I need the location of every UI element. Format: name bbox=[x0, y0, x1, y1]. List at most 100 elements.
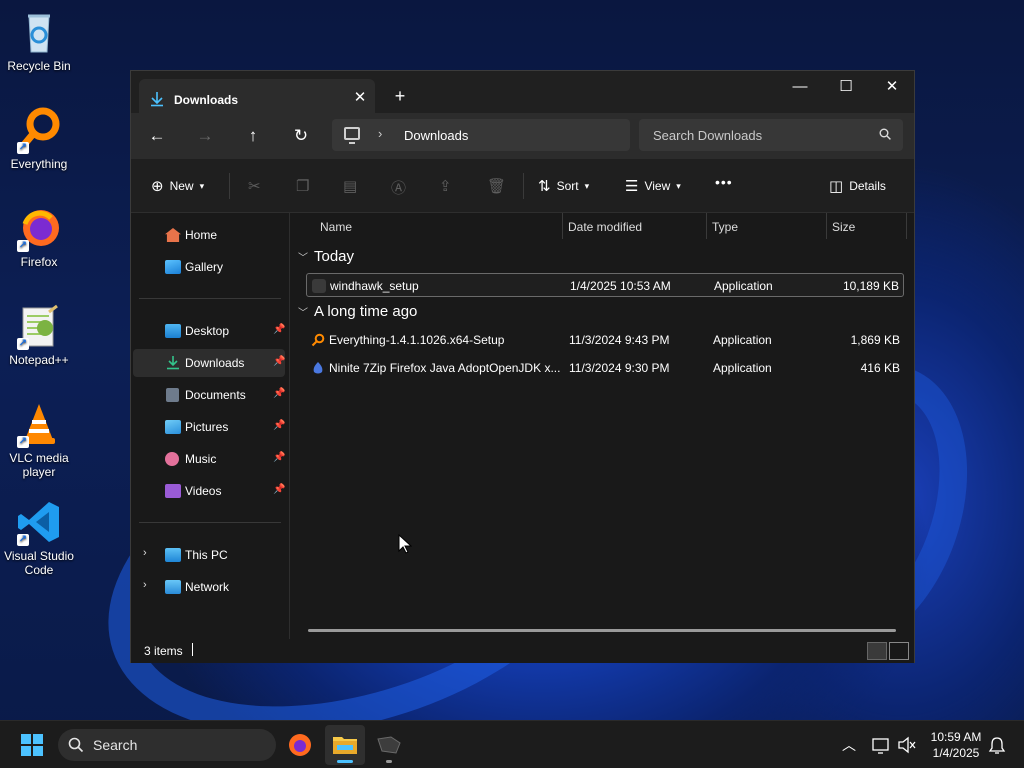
rename-button[interactable]: Ⓐ bbox=[391, 177, 406, 198]
status-bar: 3 items bbox=[131, 639, 914, 663]
pin-icon[interactable]: 📌 bbox=[273, 420, 285, 431]
pin-icon[interactable]: 📌 bbox=[273, 484, 285, 495]
desktop-icon-firefox[interactable]: ↗ Firefox bbox=[0, 204, 78, 269]
delete-button[interactable]: 🗑 bbox=[487, 177, 506, 195]
breadcrumb-downloads[interactable]: Downloads bbox=[404, 128, 468, 143]
show-hidden-icons-button[interactable]: ︿ bbox=[832, 725, 866, 765]
close-tab-icon[interactable]: ✕ bbox=[350, 88, 370, 108]
tab-label: Downloads bbox=[174, 93, 239, 107]
network-icon bbox=[165, 580, 181, 594]
windhawk-icon bbox=[377, 736, 401, 754]
search-icon bbox=[68, 737, 84, 756]
chevron-right-icon[interactable]: › bbox=[378, 126, 382, 141]
ninite-app-icon bbox=[311, 361, 325, 375]
view-label: View bbox=[644, 179, 671, 193]
volume-muted-icon[interactable] bbox=[896, 725, 918, 765]
taskbar-windhawk[interactable] bbox=[369, 725, 409, 765]
column-header-date[interactable]: Date modified bbox=[568, 213, 704, 240]
desktop-icon-label: Everything bbox=[10, 157, 68, 171]
sidebar-item-label: Home bbox=[185, 228, 218, 242]
desktop-icon-everything[interactable]: ↗ Everything bbox=[0, 106, 78, 171]
new-button[interactable]: ⊕ New ▾ bbox=[151, 177, 204, 195]
column-header-size[interactable]: Size bbox=[832, 213, 902, 240]
file-date: 11/3/2024 9:43 PM bbox=[569, 333, 670, 347]
close-window-button[interactable]: ✕ bbox=[869, 73, 915, 103]
file-row[interactable]: Ninite 7Zip Firefox Java AdoptOpenJDK x.… bbox=[306, 356, 904, 380]
sidebar-item-pictures[interactable]: Pictures 📌 bbox=[133, 413, 285, 441]
file-size: 1,869 KB bbox=[850, 333, 900, 347]
back-button[interactable]: ← bbox=[142, 121, 172, 151]
paste-button[interactable]: ▤ bbox=[343, 177, 357, 195]
pin-icon[interactable]: 📌 bbox=[273, 324, 285, 335]
share-button[interactable]: ⇪ bbox=[439, 177, 452, 195]
taskbar-firefox[interactable] bbox=[280, 725, 320, 765]
shortcut-arrow-icon: ↗ bbox=[17, 338, 29, 350]
minimize-button[interactable]: — bbox=[777, 73, 823, 103]
sidebar-item-music[interactable]: Music 📌 bbox=[133, 445, 285, 473]
group-header-today[interactable]: ﹀ Today bbox=[298, 248, 354, 265]
horizontal-scrollbar[interactable] bbox=[308, 629, 896, 632]
gallery-icon bbox=[165, 260, 181, 274]
up-button[interactable]: ↑ bbox=[238, 121, 268, 151]
firefox-icon bbox=[289, 734, 311, 756]
sidebar-item-documents[interactable]: Documents 📌 bbox=[133, 381, 285, 409]
desktop-icon-label: Firefox bbox=[20, 255, 58, 269]
sidebar-item-this-pc[interactable]: › This PC bbox=[133, 541, 285, 569]
sort-button[interactable]: ⇅ Sort ▾ bbox=[538, 177, 589, 195]
desktop-icon-vlc[interactable]: ↗ VLC media player bbox=[0, 400, 78, 479]
sidebar-item-home[interactable]: Home bbox=[133, 221, 285, 249]
pin-icon[interactable]: 📌 bbox=[273, 452, 285, 463]
column-header-name[interactable]: Name bbox=[320, 213, 560, 240]
sidebar-item-desktop[interactable]: Desktop 📌 bbox=[133, 317, 285, 345]
file-list: Name Date modified Type Size ﹀ Today wind… bbox=[289, 213, 914, 639]
see-more-button[interactable]: ••• bbox=[715, 174, 733, 190]
maximize-button[interactable]: ☐ bbox=[823, 73, 869, 103]
group-header-long-ago[interactable]: ﹀ A long time ago bbox=[298, 303, 417, 320]
desktop-icon-recycle-bin[interactable]: Recycle Bin bbox=[0, 8, 78, 73]
notification-bell-icon[interactable] bbox=[986, 725, 1008, 765]
pictures-folder-icon bbox=[165, 420, 181, 434]
scissors-icon: ✂ bbox=[248, 178, 261, 195]
refresh-button[interactable]: ↻ bbox=[286, 121, 316, 151]
network-status-icon[interactable] bbox=[870, 725, 894, 765]
clock-time: 10:59 AM bbox=[930, 730, 982, 744]
taskbar-search[interactable]: Search bbox=[58, 729, 276, 761]
sidebar-item-gallery[interactable]: Gallery bbox=[133, 253, 285, 281]
chevron-right-icon[interactable]: › bbox=[143, 547, 147, 559]
new-tab-button[interactable]: + bbox=[389, 85, 411, 107]
desktop-icon-vscode[interactable]: ↗ Visual Studio Code bbox=[0, 498, 78, 577]
group-label: A long time ago bbox=[314, 303, 418, 320]
column-header-type[interactable]: Type bbox=[712, 213, 824, 240]
system-clock[interactable]: 10:59 AM 1/4/2025 bbox=[920, 729, 992, 761]
notepad-plus-plus-icon: ↗ bbox=[15, 302, 63, 350]
start-button[interactable] bbox=[12, 725, 52, 765]
divider bbox=[523, 173, 524, 199]
details-pane-icon: ◫ bbox=[829, 178, 844, 195]
shortcut-arrow-icon: ↗ bbox=[17, 142, 29, 154]
sidebar-item-network[interactable]: › Network bbox=[133, 573, 285, 601]
chevron-right-icon[interactable]: › bbox=[143, 579, 147, 591]
sidebar-item-label: Desktop bbox=[185, 324, 230, 338]
everything-icon: ↗ bbox=[15, 106, 63, 154]
pin-icon[interactable]: 📌 bbox=[273, 388, 285, 399]
new-label: New bbox=[169, 179, 194, 193]
cut-button[interactable]: ✂ bbox=[248, 177, 261, 195]
sidebar-item-videos[interactable]: Videos 📌 bbox=[133, 477, 285, 505]
documents-folder-icon bbox=[166, 388, 179, 402]
large-icons-view-button[interactable] bbox=[889, 642, 909, 660]
file-row[interactable]: windhawk_setup 1/4/2025 10:53 AM Applica… bbox=[306, 273, 904, 297]
taskbar-file-explorer[interactable] bbox=[325, 725, 365, 765]
details-pane-button[interactable]: ◫ Details bbox=[829, 177, 886, 195]
address-bar[interactable]: › Downloads bbox=[332, 119, 630, 151]
this-pc-icon[interactable] bbox=[344, 127, 360, 144]
search-input[interactable]: Search Downloads bbox=[639, 119, 903, 151]
desktop-icon-notepad-plus-plus[interactable]: ↗ Notepad++ bbox=[0, 302, 78, 367]
pin-icon[interactable]: 📌 bbox=[273, 356, 285, 367]
copy-button[interactable]: ❐ bbox=[296, 177, 309, 195]
chevron-down-icon: ﹀ bbox=[298, 308, 308, 319]
sidebar-item-downloads[interactable]: Downloads 📌 bbox=[133, 349, 285, 377]
view-button[interactable]: ☰ View ▾ bbox=[625, 177, 681, 195]
details-view-button[interactable] bbox=[867, 642, 887, 660]
forward-button[interactable]: → bbox=[190, 121, 220, 151]
file-row[interactable]: Everything-1.4.1.1026.x64-Setup 11/3/202… bbox=[306, 328, 904, 352]
